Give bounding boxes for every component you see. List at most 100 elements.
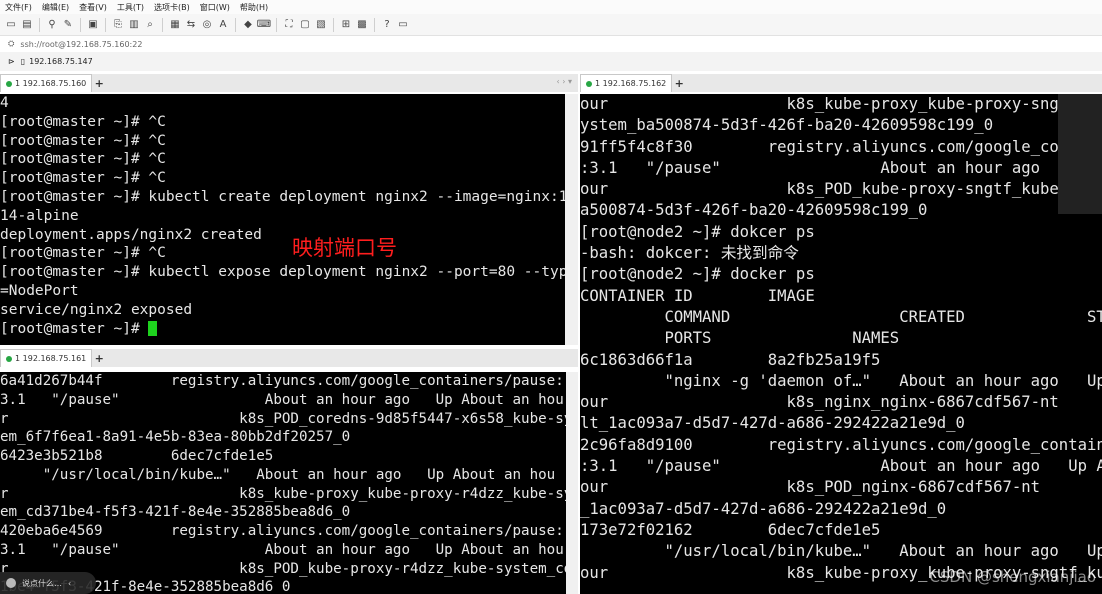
new-tab-button[interactable]: + (672, 77, 686, 90)
terminal-line: r k8s_POD_coredns-9d85f5447-x6s58_kube-s… (0, 410, 566, 427)
globe-icon[interactable]: ◎ (200, 18, 214, 32)
menu-file[interactable]: 文件(F) (0, 2, 37, 13)
terminal-line: lt_1ac093a7-d5d7-427d-a686-292422a21e9d_… (580, 414, 965, 433)
paste-icon[interactable]: ▥ (127, 18, 141, 32)
terminal-line: 4 (0, 95, 9, 111)
lock-icon[interactable]: ▢ (298, 18, 312, 32)
new-tab-button[interactable]: + (92, 352, 106, 365)
terminal-line: em_6f7f6ea1-8a91-4e5b-83ea-80bb2df20257_… (0, 429, 351, 446)
chat-icon[interactable]: ▭ (396, 18, 410, 32)
terminal-master[interactable]: 4 [root@master ~]# ^C [root@master ~]# ^… (0, 94, 565, 345)
terminal-line: 3.1 "/pause" About an hour ago Up About … (0, 391, 564, 408)
avatar (6, 578, 16, 588)
toolbar-divider (80, 17, 81, 32)
toolbar-divider (39, 17, 40, 32)
scrollbar[interactable] (565, 94, 578, 345)
compose-icon[interactable]: ▧ (314, 18, 328, 32)
tab-192-168-75-161[interactable]: 1 192.168.75.161 (0, 349, 93, 367)
prompt-text: [root@master ~]# (0, 320, 149, 337)
keyboard-icon[interactable]: ⌨ (257, 18, 271, 32)
tab-scroll-arrows-icon[interactable]: ‹ › ▾ (557, 77, 573, 86)
terminal-line: "/usr/local/bin/kube…" About an hour ago… (664, 542, 1102, 561)
print-icon[interactable]: ▦ (168, 18, 182, 32)
connected-status-icon (6, 355, 12, 362)
terminal-line: a500874-5d3f-426f-ba20-42609598c199_0 (580, 201, 928, 220)
find-icon[interactable]: ⌕ (143, 18, 157, 32)
terminal-line: deployment.apps/nginx2 created (0, 226, 262, 243)
terminal-line: [root@master ~]# kubectl expose deployme… (0, 264, 565, 281)
tab-192-168-75-162[interactable]: 1 192.168.75.162 (580, 74, 673, 92)
bookmark-icon: ▯ (20, 57, 26, 66)
transfer-icon[interactable]: ⇆ (184, 18, 198, 32)
address-bar[interactable]: ⛭ ssh://root@192.168.75.160:22 (0, 36, 1102, 52)
menu-view[interactable]: 查看(V) (74, 2, 112, 13)
session-links-bar: ⊳ ▯ 192.168.75.147 (0, 52, 1102, 72)
terminal-node1[interactable]: 6a41d267b44f registry.aliyuncs.com/googl… (0, 372, 566, 594)
disconnect-icon[interactable]: ✎ (61, 18, 75, 32)
terminal-line: :3.1 "/pause" About an hour ago Up About… (580, 457, 1102, 476)
terminal-line: service/nginx2 exposed (0, 301, 193, 318)
terminal-line: =NodePort (0, 282, 79, 299)
terminal-line: our k8s_POD_nginx-6867cdf567-nt (580, 478, 1041, 497)
terminal-line: "nginx -g 'daemon of…" About an hour ago… (664, 371, 1102, 390)
terminal-line: [root@master ~]# kubectl create deployme… (0, 188, 565, 205)
script-icon[interactable]: ◆ (241, 18, 255, 32)
new-tab-button[interactable]: + (92, 77, 106, 90)
terminal-line: CONTAINER ID IMAGE (580, 286, 815, 305)
terminal-line: [root@master ~]# ^C (0, 151, 166, 168)
terminal-node2[interactable]: our k8s_kube-proxy_kube-proxy-sngtf_kube… (580, 94, 1102, 594)
connected-status-icon (6, 80, 12, 87)
terminal-cursor (148, 321, 158, 337)
terminal-line: COMMAND CREATED STATUS (580, 307, 1102, 326)
menu-help[interactable]: 帮助(H) (235, 2, 273, 13)
new-session-icon[interactable]: ▭ (4, 18, 18, 32)
terminal-line: 6423e3b521b8 6dec7cfde1e5 (0, 448, 274, 464)
help-icon[interactable]: ? (380, 18, 394, 32)
menu-tabs[interactable]: 选项卡(B) (149, 2, 195, 13)
terminal-line: [root@node2 ~]# docker ps (580, 265, 815, 284)
open-folder-icon[interactable]: ▤ (20, 18, 34, 32)
session-link[interactable]: 192.168.75.147 (29, 57, 93, 66)
toolbar-divider (276, 17, 277, 32)
terminal-line: [root@master ~]# ^C (0, 113, 166, 130)
copy-icon[interactable]: ⎘ (111, 18, 125, 32)
menu-tools[interactable]: 工具(T) (112, 2, 149, 13)
menu-window[interactable]: 窗口(W) (195, 2, 235, 13)
watermark: CSDN @shengxianjiao (929, 568, 1096, 586)
terminal-line: 3.1 "/pause" About an hour ago Up About … (0, 541, 564, 558)
terminal-line: em_cd371be4-f5f3-421f-8e4e-352885bea8d6_… (0, 504, 351, 521)
font-icon[interactable]: A (216, 18, 230, 32)
scrollbar[interactable] (566, 372, 578, 594)
terminal-line: 14-alpine (0, 207, 79, 224)
layout-icon[interactable]: ▩ (355, 18, 369, 32)
terminal-line: 91ff5f4c8f30 registry.aliyuncs.com/googl… (580, 137, 1102, 156)
arrow-icon[interactable]: ⊳ (8, 57, 15, 66)
floating-side-panel[interactable] (1058, 94, 1102, 214)
connect-icon[interactable]: ⚲ (45, 18, 59, 32)
terminal-line: 6c1863d66f1a 8a2fb25a19f5 (580, 350, 881, 369)
chevron-left-icon[interactable]: ‹ (68, 579, 71, 588)
tabbar-left-top: 1 192.168.75.160 + ‹ › ▾ (0, 74, 578, 92)
terminal-line: :3.1 "/pause" About an hour ago Up About… (580, 158, 1102, 177)
terminal-line: -bash: dokcer: 未找到命令 (580, 244, 799, 263)
terminal-line: ystem_ba500874-5d3f-426f-ba20-42609598c1… (580, 116, 994, 135)
menu-edit[interactable]: 编辑(E) (37, 2, 74, 13)
terminal-line: our k8s_nginx_nginx-6867cdf567-nt (580, 393, 1059, 412)
add-icon[interactable]: ⊞ (339, 18, 353, 32)
terminal-prompt-line[interactable]: [root@master ~]# (0, 320, 565, 339)
terminal-line: [root@master ~]# ^C (0, 170, 166, 187)
tab-192-168-75-160[interactable]: 1 192.168.75.160 (0, 74, 93, 92)
connected-status-icon (586, 80, 592, 87)
fullscreen-icon[interactable]: ⛶ (282, 18, 296, 32)
terminal-line: 2c96fa8d9100 registry.aliyuncs.com/googl… (580, 435, 1102, 454)
tab-label: 1 192.168.75.162 (595, 79, 667, 88)
tabbar-right: 1 192.168.75.162 + (580, 74, 1102, 92)
terminal-line: 173e72f02162 6dec7cfde1e5 (580, 520, 881, 539)
comment-pill[interactable]: 说点什么… ‹ (0, 572, 96, 594)
lock-icon: ⛭ (8, 39, 15, 48)
properties-icon[interactable]: ▣ (86, 18, 100, 32)
comment-hint: 说点什么… (22, 578, 62, 588)
tabbar-left-bottom: 1 192.168.75.161 + (0, 349, 578, 367)
toolbar-divider (333, 17, 334, 32)
toolbar-divider (235, 17, 236, 32)
